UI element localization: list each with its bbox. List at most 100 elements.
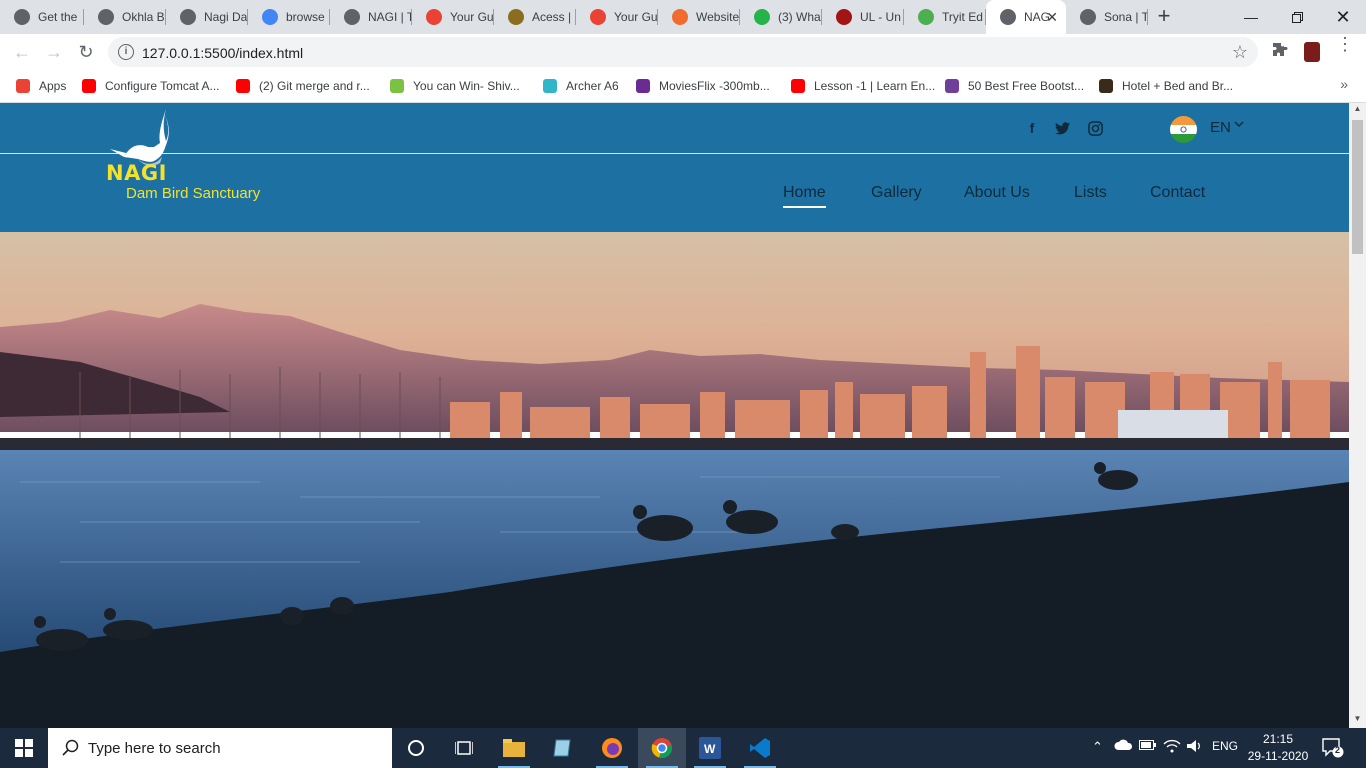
bookmark-item[interactable]: Hotel + Bed and Br... [1099, 76, 1233, 96]
browser-tab[interactable]: Okhla B [84, 0, 166, 34]
app-icon [508, 9, 524, 25]
extensions-icon[interactable] [1270, 42, 1290, 62]
nav-gallery[interactable]: Gallery [871, 184, 922, 202]
taskbar-search[interactable]: Type here to search [48, 728, 392, 768]
back-button[interactable]: ← [8, 38, 36, 66]
browser-toolbar: ← → ↻ i 127.0.0.1:5500/index.html ☆ ⋮ [0, 34, 1366, 70]
reload-button[interactable]: ↻ [72, 38, 100, 66]
browser-tab[interactable]: Website [658, 0, 740, 34]
gmail-icon [426, 9, 442, 25]
globe-icon [98, 9, 114, 25]
bookmark-item[interactable]: 50 Best Free Bootst... [945, 76, 1084, 96]
vscode-icon[interactable] [736, 728, 784, 768]
bookmark-label: Archer A6 [566, 79, 619, 93]
browser-tab[interactable]: UL - Un [822, 0, 904, 34]
browser-tab[interactable]: Your Gu [576, 0, 658, 34]
nav-about-us[interactable]: About Us [964, 184, 1030, 202]
bookmarks-bar: Apps Configure Tomcat A... (2) Git merge a… [0, 70, 1366, 103]
browser-tab[interactable]: browse [248, 0, 330, 34]
tab-title: Your Gu [450, 10, 494, 24]
tab-title: NAGI | T [368, 10, 412, 24]
instagram-icon[interactable] [1086, 119, 1104, 137]
search-placeholder[interactable]: Type here to search [88, 740, 221, 757]
bookmark-item[interactable]: Configure Tomcat A... [82, 76, 220, 96]
site-info-icon[interactable]: i [118, 44, 134, 60]
clock-time: 21:15 [1262, 732, 1294, 746]
bookmarks-overflow-icon[interactable]: » [1340, 76, 1348, 92]
onedrive-icon[interactable] [1114, 739, 1133, 754]
start-button[interactable] [0, 728, 48, 768]
scroll-up-icon[interactable]: ▲ [1352, 104, 1363, 113]
bookmark-item[interactable]: Archer A6 [543, 76, 619, 96]
brand-subtitle[interactable]: Dam Bird Sanctuary [126, 185, 260, 202]
file-explorer-icon[interactable] [490, 728, 538, 768]
notepad-app-icon[interactable] [538, 728, 586, 768]
notification-count: 2 [1335, 745, 1341, 755]
globe-icon [1000, 9, 1016, 25]
browser-tab[interactable]: Tryit Ed [904, 0, 986, 34]
browser-tab[interactable]: Nagi Da [166, 0, 248, 34]
forward-button[interactable]: → [40, 38, 68, 66]
svg-text:W: W [704, 742, 716, 756]
language-selector[interactable]: EN [1210, 119, 1231, 136]
tab-title: Acess | [532, 10, 572, 24]
minimize-button[interactable]: — [1228, 0, 1274, 34]
scroll-down-icon[interactable]: ▼ [1352, 714, 1363, 723]
wifi-icon[interactable] [1163, 739, 1181, 756]
browser-tab[interactable]: (3) Wha [740, 0, 822, 34]
browser-tab[interactable]: NAGI | T [330, 0, 412, 34]
firefox-icon[interactable] [588, 728, 636, 768]
hotel-icon [1099, 79, 1113, 93]
address-bar[interactable]: i 127.0.0.1:5500/index.html ☆ [108, 37, 1258, 67]
g-icon [672, 9, 688, 25]
nav-home[interactable]: Home [783, 184, 826, 208]
book-icon [390, 79, 404, 93]
system-clock[interactable]: 21:15 29-11-2020 [1247, 731, 1309, 765]
youtube-icon [236, 79, 250, 93]
brand-title[interactable]: NAGI [106, 161, 167, 185]
tab-title: UL - Un [860, 10, 901, 24]
browser-tab[interactable]: NAG ✕ [986, 0, 1066, 34]
bookmark-label: 50 Best Free Bootst... [968, 79, 1085, 93]
chrome-icon[interactable] [638, 728, 686, 768]
bookmark-item[interactable]: Lesson -1 | Learn En... [791, 76, 935, 96]
browser-tab[interactable]: Acess | [494, 0, 576, 34]
bookmark-item[interactable]: MoviesFlix -300mb... [636, 76, 770, 96]
address-url[interactable]: 127.0.0.1:5500/index.html [142, 45, 303, 61]
volume-icon[interactable] [1186, 739, 1204, 756]
clock-date: 29-11-2020 [1247, 749, 1309, 763]
close-window-button[interactable]: ✕ [1320, 0, 1366, 34]
bookmark-item[interactable]: Apps [16, 76, 66, 96]
chevron-down-icon[interactable] [1234, 119, 1244, 131]
restore-button[interactable] [1274, 0, 1320, 34]
browser-tab[interactable]: Sona | T [1066, 0, 1148, 34]
bookmark-item[interactable]: You can Win- Shiv... [390, 76, 520, 96]
input-language[interactable]: ENG [1212, 739, 1238, 753]
nav-contact[interactable]: Contact [1150, 184, 1205, 202]
page-viewport: NAGI Dam Bird Sanctuary f EN Home Gallery… [0, 103, 1349, 728]
twitter-icon[interactable] [1053, 119, 1071, 137]
browser-menu-icon[interactable]: ⋮ [1336, 35, 1354, 53]
action-center-icon[interactable]: 2 [1322, 738, 1344, 758]
browser-tab[interactable]: Get the [0, 0, 84, 34]
tab-title: Tryit Ed [942, 10, 983, 24]
browser-tab[interactable]: Your Gu [412, 0, 494, 34]
show-hidden-icons-chevron[interactable]: ⌃ [1092, 739, 1103, 755]
close-tab-icon[interactable]: ✕ [1046, 9, 1058, 26]
task-view-icon[interactable] [440, 728, 488, 768]
windows-logo-icon [15, 739, 33, 757]
word-icon[interactable]: W [686, 728, 734, 768]
scroll-thumb[interactable] [1352, 120, 1363, 254]
new-tab-button[interactable]: + [1152, 5, 1176, 29]
nav-lists[interactable]: Lists [1074, 184, 1107, 202]
battery-icon[interactable] [1139, 739, 1157, 754]
globe-icon [180, 9, 196, 25]
globe-icon [344, 9, 360, 25]
facebook-icon[interactable]: f [1023, 119, 1041, 137]
bookmark-item[interactable]: (2) Git merge and r... [236, 76, 370, 96]
cortana-icon[interactable] [392, 728, 440, 768]
bookmark-star-icon[interactable]: ☆ [1232, 42, 1248, 63]
colorlib-icon [945, 79, 959, 93]
india-flag-icon[interactable] [1170, 116, 1197, 143]
profile-avatar[interactable] [1304, 42, 1320, 62]
